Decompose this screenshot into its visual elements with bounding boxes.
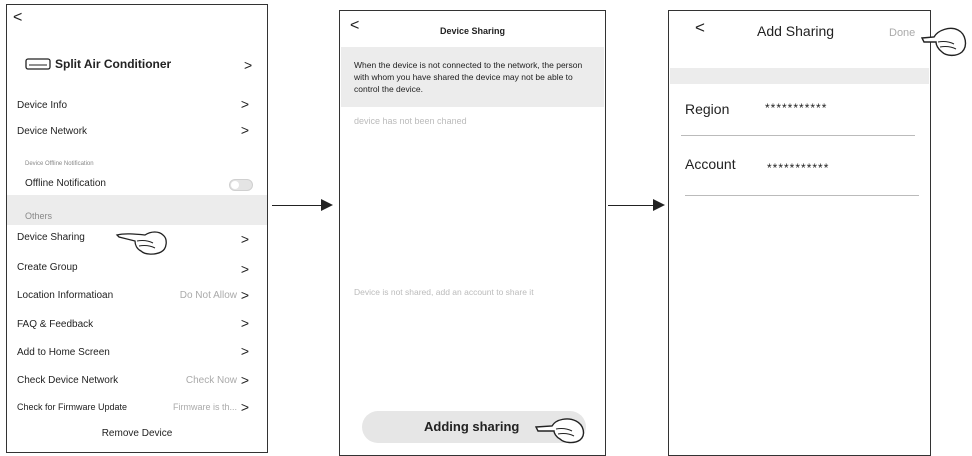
firmware-update-row[interactable]: Check for Firmware Update Firmware is th… — [17, 399, 257, 415]
row-value: Do Not Allow — [179, 290, 237, 301]
button-label: Adding sharing — [424, 419, 520, 434]
row-label: Device Info — [17, 100, 68, 111]
row-value[interactable]: Check Now — [186, 375, 237, 386]
chevron-right-icon: > — [240, 315, 249, 331]
account-value[interactable]: *********** — [767, 161, 829, 175]
row-label: Location Informatioan — [17, 290, 114, 301]
back-button[interactable]: < — [13, 9, 22, 27]
location-information-row[interactable]: Location Informatioan Do Not Allow > — [17, 287, 257, 303]
pointing-hand-icon — [534, 418, 585, 444]
status-text: device has not been chaned — [354, 116, 467, 126]
row-label: Check for Firmware Update — [17, 402, 128, 412]
region-separator — [681, 135, 915, 136]
chevron-right-icon: > — [240, 399, 249, 415]
device-sharing-screen: < Device Sharing When the device is not … — [339, 10, 606, 456]
chevron-right-icon: > — [240, 231, 249, 247]
offline-section-label: Device Offline Notification — [25, 161, 94, 167]
row-label: Check Device Network — [17, 375, 119, 386]
chevron-right-icon: > — [240, 287, 249, 303]
flow-arrow-icon — [321, 199, 333, 211]
check-device-network-row[interactable]: Check Device Network Check Now > — [17, 372, 257, 388]
row-value: Firmware is th... — [172, 402, 237, 412]
region-value[interactable]: *********** — [765, 101, 827, 115]
back-button[interactable]: < — [695, 18, 705, 38]
account-label: Account — [685, 156, 736, 172]
done-button[interactable]: Done — [889, 27, 915, 39]
page-title: Add Sharing — [757, 23, 835, 39]
flow-arrow-icon — [653, 199, 665, 211]
pointing-hand-icon — [115, 231, 167, 255]
create-group-row[interactable]: Create Group > — [17, 261, 257, 277]
chevron-right-icon: > — [240, 343, 249, 359]
chevron-right-icon: > — [240, 96, 249, 112]
chevron-right-icon: > — [240, 372, 249, 388]
add-to-home-screen-row[interactable]: Add to Home Screen > — [17, 343, 257, 359]
device-title-chevron-icon[interactable]: > — [244, 57, 252, 73]
device-network-row[interactable]: Device Network > — [17, 122, 257, 138]
chevron-right-icon: > — [240, 122, 249, 138]
add-sharing-screen: < Add Sharing Done Region *********** Ac… — [668, 10, 931, 456]
notice-text: When the device is not connected to the … — [354, 60, 583, 94]
row-label: Add to Home Screen — [17, 347, 110, 358]
region-label: Region — [685, 101, 730, 117]
header-band — [670, 68, 929, 84]
device-settings-screen: < Split Air Conditioner > Device Info > … — [6, 4, 268, 453]
row-label: Create Group — [17, 262, 78, 273]
flow-arrow-line — [272, 205, 322, 206]
row-label: Device Sharing — [17, 232, 85, 243]
others-section-label: Others — [25, 211, 53, 221]
faq-feedback-row[interactable]: FAQ & Feedback > — [17, 315, 257, 331]
page-title: Device Sharing — [439, 26, 506, 36]
offline-notification-toggle[interactable] — [229, 179, 253, 191]
remove-device-button[interactable]: Remove Device — [7, 428, 267, 439]
ac-unit-icon — [25, 58, 51, 70]
offline-notification-label: Offline Notification — [25, 178, 106, 189]
empty-message: Device is not shared, add an account to … — [354, 287, 534, 297]
row-label: FAQ & Feedback — [17, 319, 94, 330]
device-info-row[interactable]: Device Info > — [17, 96, 257, 112]
pointing-hand-icon — [920, 27, 967, 57]
device-title: Split Air Conditioner — [55, 57, 172, 71]
row-label: Device Network — [17, 126, 88, 137]
flow-arrow-line — [608, 205, 654, 206]
account-separator — [685, 195, 919, 196]
chevron-right-icon: > — [240, 261, 249, 277]
